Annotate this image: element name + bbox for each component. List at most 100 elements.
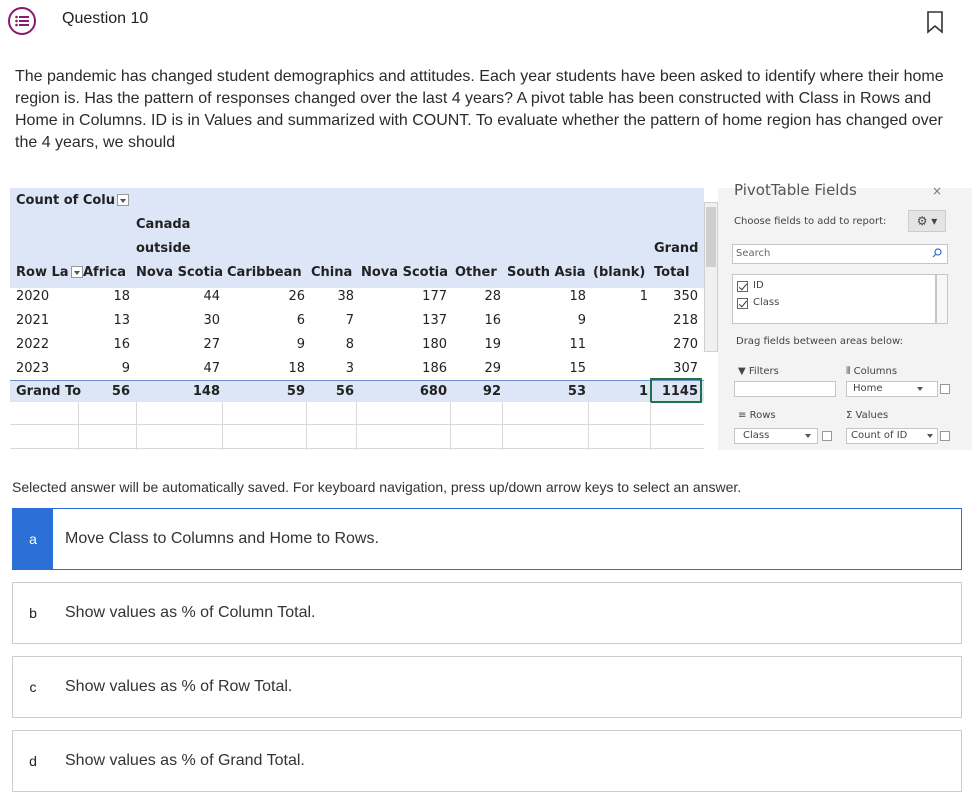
- row-labels-header: Row La: [16, 265, 83, 280]
- values-area-label: Σ Values: [846, 410, 889, 421]
- field-name: Class: [753, 297, 780, 308]
- pivot-table: Count of Colu Canada outside Grand Row L…: [10, 188, 704, 450]
- table-cell: 47: [203, 361, 220, 376]
- grand-total-label: Grand To: [16, 384, 82, 399]
- col-header: Africa: [83, 265, 127, 280]
- table-cell: 177: [422, 289, 447, 304]
- choose-fields-label: Choose fields to add to report:: [734, 216, 887, 227]
- chevron-down-icon[interactable]: [927, 429, 935, 443]
- pivot-table-screenshot: Count of Colu Canada outside Grand Row L…: [0, 181, 972, 450]
- field-checkbox-id[interactable]: [737, 281, 748, 292]
- table-cell: 3: [345, 361, 354, 376]
- scrollbar-thumb[interactable]: [706, 207, 716, 267]
- table-cell: 18: [113, 289, 130, 304]
- answer-option-d[interactable]: d Show values as % of Grand Total.: [12, 730, 962, 792]
- col-header: China: [311, 265, 353, 280]
- table-cell: 53: [567, 384, 586, 399]
- empty-grid: [10, 402, 704, 450]
- table-cell: 56: [335, 384, 354, 399]
- option-letter: c: [29, 679, 37, 695]
- field-name: ID: [753, 280, 764, 291]
- table-cell: 44: [203, 289, 220, 304]
- row-label: 2023: [16, 361, 50, 376]
- row-label: 2020: [16, 289, 50, 304]
- col-header: Total: [654, 265, 690, 280]
- row-filter-dropdown-icon[interactable]: [70, 265, 83, 278]
- table-cell: 8: [345, 337, 354, 352]
- option-letter: a: [13, 509, 53, 569]
- values-drop-area[interactable]: Count of ID: [846, 428, 938, 444]
- table-cell: 680: [419, 384, 447, 399]
- close-icon[interactable]: ×: [932, 184, 942, 198]
- row-label: 2021: [16, 313, 50, 328]
- question-title: Question 10: [62, 10, 149, 27]
- option-text: Show values as % of Grand Total.: [65, 752, 305, 769]
- table-cell: 11: [569, 337, 586, 352]
- rows-item-class[interactable]: Class: [743, 429, 769, 443]
- question-list-icon[interactable]: [8, 7, 36, 35]
- table-cell: 16: [113, 337, 130, 352]
- col-header: Other: [455, 265, 497, 280]
- col-header: Caribbean: [227, 265, 302, 280]
- answer-option-c[interactable]: c Show values as % of Row Total.: [12, 656, 962, 718]
- field-list-scrollbar[interactable]: [936, 274, 948, 324]
- move-icon[interactable]: [940, 384, 950, 394]
- search-icon[interactable]: [932, 248, 942, 261]
- columns-area-label: ⦀ Columns: [846, 366, 898, 377]
- table-cell: 16: [484, 313, 501, 328]
- table-cell: 180: [422, 337, 447, 352]
- rows-area-label: ≡ Rows: [738, 410, 776, 421]
- answer-option-a[interactable]: a Move Class to Columns and Home to Rows…: [12, 508, 962, 570]
- table-cell: 26: [288, 289, 305, 304]
- table-cell: 29: [484, 361, 501, 376]
- values-item-count[interactable]: Count of ID: [851, 429, 907, 443]
- filter-icon: ▼: [738, 366, 746, 377]
- chevron-down-icon[interactable]: [917, 382, 925, 396]
- move-icon[interactable]: [822, 431, 832, 441]
- table-cell: 19: [484, 337, 501, 352]
- table-cell: 9: [121, 361, 130, 376]
- table-cell: 28: [484, 289, 501, 304]
- pivot-fields-pane: PivotTable Fields × Choose fields to add…: [718, 181, 972, 450]
- chevron-down-icon[interactable]: [805, 429, 813, 443]
- answer-option-b[interactable]: b Show values as % of Column Total.: [12, 582, 962, 644]
- table-cell: 56: [111, 384, 130, 399]
- field-list: ID Class: [732, 274, 936, 324]
- option-text: Show values as % of Column Total.: [65, 604, 316, 621]
- table-cell: 218: [673, 313, 698, 328]
- table-cell: 6: [296, 313, 305, 328]
- col-header-line2: outside: [136, 241, 191, 256]
- table-cell: 270: [673, 337, 698, 352]
- option-letter: d: [29, 753, 37, 769]
- question-text: The pandemic has changed student demogra…: [15, 68, 944, 151]
- field-search-input[interactable]: Search: [732, 244, 948, 264]
- instructions-text: Selected answer will be automatically sa…: [12, 479, 742, 495]
- table-cell: 18: [569, 289, 586, 304]
- grand-header-line1: Grand: [654, 241, 699, 256]
- columns-item-home[interactable]: Home: [853, 382, 883, 396]
- rows-icon: ≡: [738, 410, 747, 421]
- sheet-scrollbar[interactable]: [704, 202, 718, 352]
- table-cell: 27: [203, 337, 220, 352]
- table-cell: 148: [192, 384, 220, 399]
- table-cell: 1: [638, 384, 648, 399]
- rows-drop-area[interactable]: Class: [734, 428, 818, 444]
- table-cell: 13: [113, 313, 130, 328]
- table-cell: 137: [422, 313, 447, 328]
- table-cell: 18: [288, 361, 305, 376]
- filters-area-label: ▼ Filters: [738, 366, 779, 377]
- gear-icon[interactable]: ⚙ ▾: [908, 210, 946, 232]
- table-cell: 30: [203, 313, 220, 328]
- field-checkbox-class[interactable]: [737, 298, 748, 309]
- table-cell: 9: [296, 337, 305, 352]
- table-cell: 59: [286, 384, 305, 399]
- col-header: (blank): [593, 265, 646, 280]
- bookmark-icon[interactable]: [925, 10, 945, 39]
- filter-dropdown-icon[interactable]: [117, 193, 130, 206]
- filters-drop-area[interactable]: [734, 381, 836, 397]
- move-icon[interactable]: [940, 431, 950, 441]
- table-cell: 307: [673, 361, 698, 376]
- columns-drop-area[interactable]: Home: [846, 381, 938, 397]
- table-cell: 186: [422, 361, 447, 376]
- table-cell: 38: [337, 289, 354, 304]
